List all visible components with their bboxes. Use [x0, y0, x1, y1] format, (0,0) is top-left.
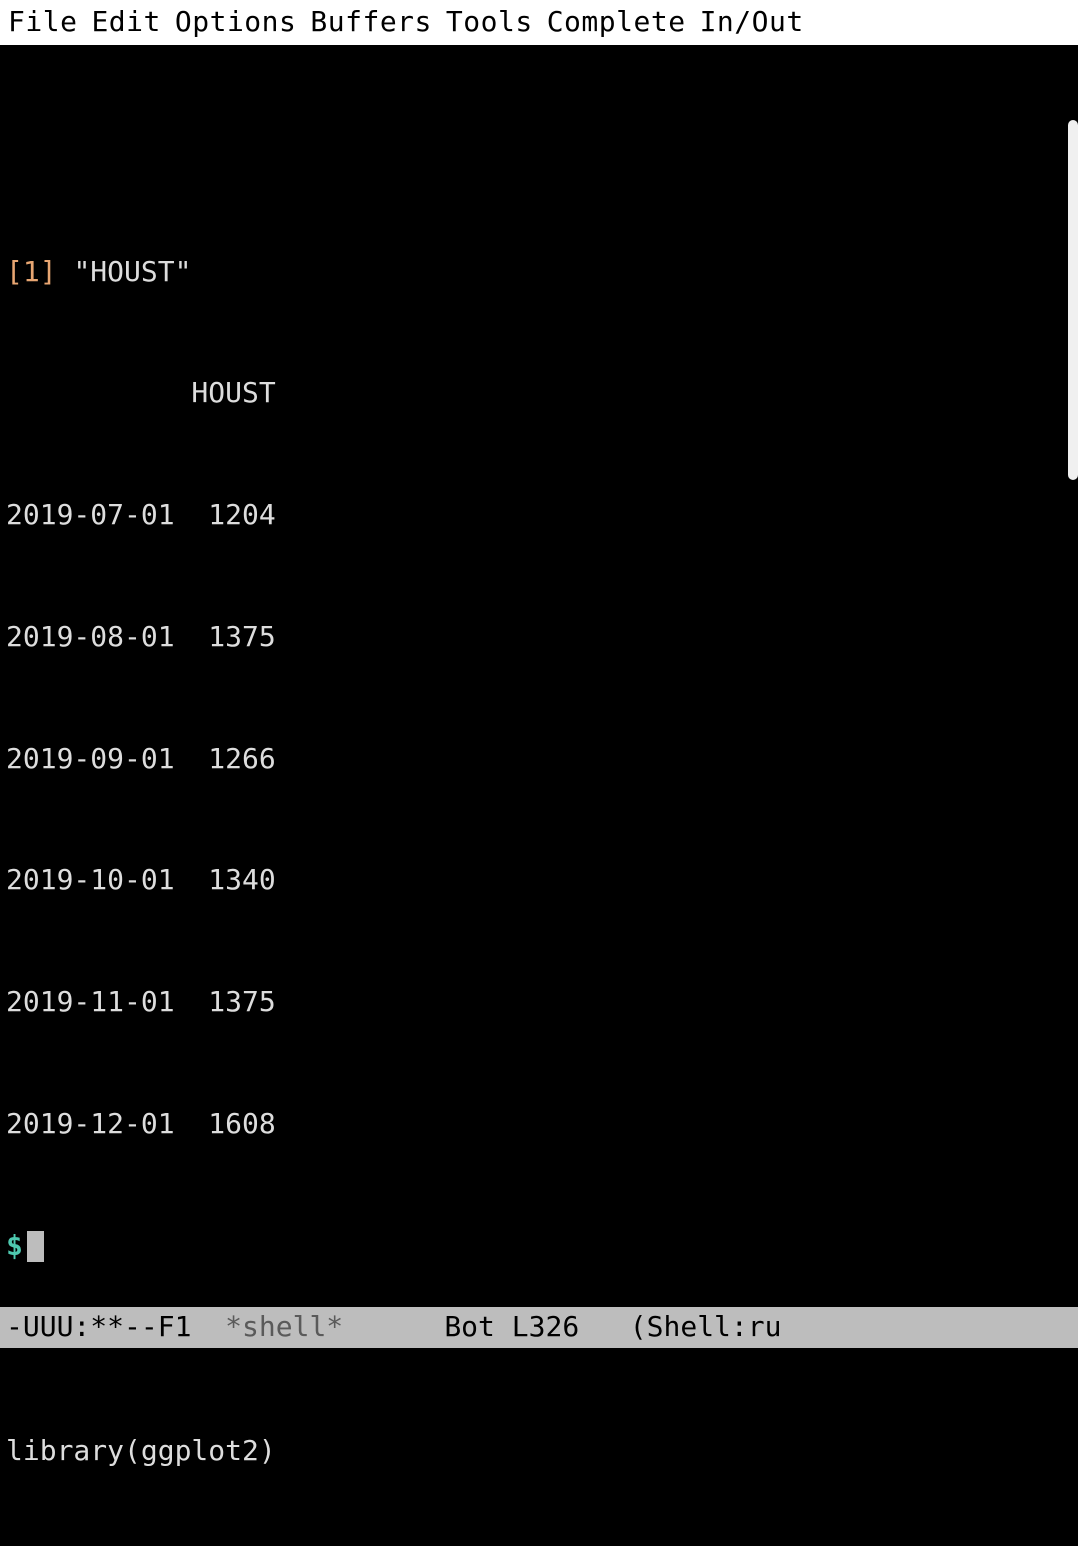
- modeline-mode: (Shell:ru: [630, 1307, 782, 1348]
- menu-tools[interactable]: Tools: [444, 0, 545, 45]
- output-index-value: "HOUST": [73, 255, 191, 288]
- menu-options[interactable]: Options: [173, 0, 309, 45]
- prompt-line[interactable]: $: [6, 1226, 1072, 1267]
- menu-edit[interactable]: Edit: [89, 0, 172, 45]
- table-row: 2019-08-01 1375: [6, 617, 1072, 658]
- table-row: 2019-11-01 1375: [6, 982, 1072, 1023]
- table-row: 2019-09-01 1266: [6, 739, 1072, 780]
- source-line: library(ggplot2): [6, 1431, 1072, 1472]
- table-row: 2019-12-01 1608: [6, 1104, 1072, 1145]
- output-index-line: [1] "HOUST": [6, 252, 1072, 293]
- table-row: 2019-10-01 1340: [6, 860, 1072, 901]
- menu-file[interactable]: File: [6, 0, 89, 45]
- shell-prompt: $: [6, 1229, 23, 1262]
- output-header: HOUST: [6, 373, 1072, 414]
- cursor-icon: [27, 1231, 44, 1262]
- table-row: 2019-07-01 1204: [6, 495, 1072, 536]
- menu-buffers[interactable]: Buffers: [308, 0, 444, 45]
- modeline-state: -UUU:**--F1: [6, 1307, 225, 1348]
- scrollbar[interactable]: [1068, 120, 1078, 480]
- shell-buffer[interactable]: [1] "HOUST" HOUST 2019-07-01 1204 2019-0…: [0, 45, 1078, 1307]
- modeline-buffer-name: *shell*: [225, 1307, 343, 1348]
- source-buffer[interactable]: library(ggplot2) quantmod::getSymbols('H…: [0, 1348, 1078, 1546]
- modeline-position: Bot L326: [444, 1307, 629, 1348]
- mode-line[interactable]: -UUU:**--F1 *shell* Bot L326 (Shell:ru: [0, 1307, 1078, 1348]
- menu-bar: File Edit Options Buffers Tools Complete…: [0, 0, 1078, 45]
- menu-complete[interactable]: Complete: [545, 0, 698, 45]
- menu-inout[interactable]: In/Out: [698, 0, 816, 45]
- output-index: [1]: [6, 255, 57, 288]
